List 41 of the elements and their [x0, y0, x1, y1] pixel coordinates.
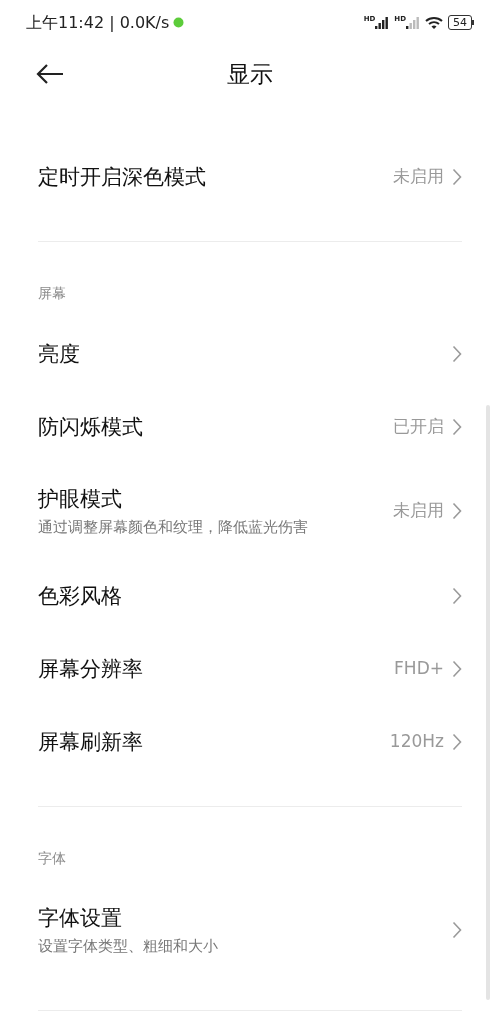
row-title: 防闪烁模式 — [38, 413, 144, 441]
settings-row[interactable]: 防闪烁模式 已开启 — [0, 390, 500, 463]
app-notification-icon — [173, 17, 185, 28]
row-value: FHD+ — [394, 656, 444, 680]
battery-icon: 54 — [448, 15, 474, 30]
row-title: 屏幕分辨率 — [38, 655, 144, 683]
row-subtitle: 通过调整屏幕颜色和纹理，降低蓝光伤害 — [38, 517, 309, 538]
row-value: 未启用 — [393, 164, 444, 188]
chevron-right-icon — [452, 921, 462, 939]
chevron-right-icon — [452, 167, 462, 186]
chevron-right-icon — [452, 659, 462, 678]
chevron-right-icon — [452, 417, 462, 436]
signal-icon — [406, 16, 420, 29]
row-title: 护眼模式 — [38, 486, 123, 513]
page-title: 显示 — [227, 59, 273, 89]
signal-icon — [375, 16, 390, 29]
chevron-right-icon — [452, 344, 462, 363]
settings-row[interactable]: 护眼模式 通过调整屏幕颜色和纹理，降低蓝光伤害 未启用 — [0, 463, 500, 559]
row-subtitle: 设置字体类型、粗细和大小 — [38, 936, 219, 957]
settings-row[interactable]: 亮度 — [0, 317, 500, 390]
settings-row[interactable]: 屏幕刷新率 120Hz — [0, 705, 500, 778]
section-label: 屏幕 — [38, 284, 67, 303]
settings-row[interactable]: 色彩风格 — [0, 559, 500, 632]
status-time: 上午11:42 | 0.0K/s — [26, 11, 170, 34]
row-value: 120Hz — [389, 729, 444, 753]
row-value: 未启用 — [393, 499, 444, 523]
settings-row[interactable]: 定时开启深色模式 未启用 — [0, 140, 500, 213]
row-title: 亮度 — [38, 340, 81, 368]
row-title: 色彩风格 — [38, 582, 123, 610]
settings-row[interactable]: 字体设置 设置字体类型、粗细和大小 — [0, 882, 500, 978]
settings-row[interactable]: 屏幕分辨率 FHD+ — [0, 632, 500, 705]
row-title: 字体设置 — [38, 905, 123, 932]
row-value: 已开启 — [393, 414, 444, 438]
chevron-right-icon — [452, 732, 462, 751]
chevron-right-icon — [452, 502, 462, 520]
back-arrow-icon[interactable] — [36, 64, 64, 84]
chevron-right-icon — [452, 586, 462, 605]
wifi-icon — [425, 15, 443, 30]
row-title: 屏幕刷新率 — [38, 728, 144, 756]
row-title: 定时开启深色模式 — [38, 163, 207, 191]
section-label: 字体 — [38, 849, 67, 868]
